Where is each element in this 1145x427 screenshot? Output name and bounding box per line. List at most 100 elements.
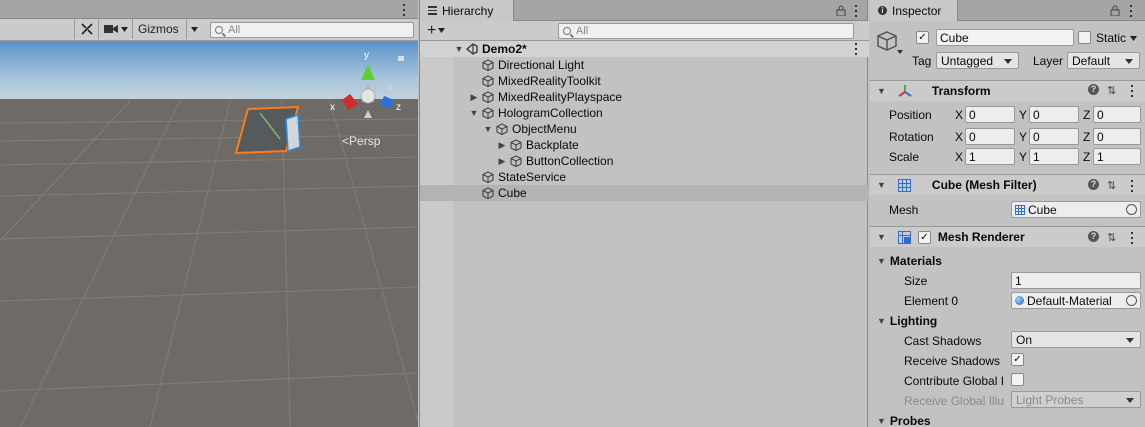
hierarchy-item-hologramcollection[interactable]: ▼ HologramCollection [420,105,869,121]
hierarchy-item-directional-light[interactable]: Directional Light [420,57,869,73]
tag-dropdown[interactable]: Untagged [936,52,1019,69]
hierarchy-item-backplate[interactable]: ▶ Backplate [420,137,869,153]
expand-arrow-icon[interactable]: ▶ [497,156,507,167]
mesh-renderer-enabled-checkbox[interactable]: ✓ [917,230,931,244]
materials-foldout[interactable]: ▼ Materials [877,254,942,268]
mesh-filter-menu-icon[interactable] [1130,180,1134,192]
receive-shadows-checkbox[interactable]: ✓ [1011,353,1024,366]
element0-object-field[interactable]: Default-Material [1011,292,1141,309]
mesh-filter-header[interactable]: ▼ Cube (Mesh Filter) ? ⇅ [870,174,1145,195]
object-name-input[interactable]: Cube [936,29,1074,46]
scene-name: Demo2* [482,42,527,56]
mesh-renderer-header[interactable]: ▼ ✓ Mesh Renderer ? ⇅ [870,226,1145,247]
mesh-renderer-title: Mesh Renderer [937,230,1025,244]
cast-shadows-dropdown[interactable]: On [1011,331,1141,348]
hierarchy-item-stateservice[interactable]: StateService [420,169,869,185]
tools-icon[interactable] [74,19,98,39]
gameobject-icon [482,75,494,87]
contribute-gi-label: Contribute Global I [904,374,1005,388]
collapse-arrow-icon[interactable]: ▼ [877,232,886,242]
scale-x-value: 1 [969,149,976,164]
gameobject-large-icon[interactable] [877,30,903,56]
rotation-x-input[interactable]: 0 [965,128,1015,145]
scale-x-axis-label: X [955,150,964,164]
position-y-input[interactable]: 0 [1029,106,1079,123]
hierarchy-item-mixedrealitytoolkit[interactable]: MixedRealityToolkit [420,73,869,89]
layer-dropdown[interactable]: Default [1067,52,1140,69]
hierarchy-tab-label: Hierarchy [442,3,494,18]
scene-view[interactable]: Gizmos All y x z <Persp [0,0,418,427]
inspector-menu-icon[interactable] [1129,5,1133,17]
collapse-arrow-icon[interactable]: ▼ [469,108,479,118]
help-icon[interactable]: ? [1088,179,1099,190]
help-icon[interactable]: ? [1088,84,1099,95]
presets-icon[interactable]: ⇅ [1107,179,1116,192]
mesh-object-field[interactable]: Cube [1011,201,1141,218]
scene-search-placeholder: All [228,24,241,36]
scene-root-row[interactable]: ▼ Demo2* [420,41,869,57]
camera-dropdown[interactable] [98,19,132,39]
collapse-arrow-icon[interactable]: ▼ [877,86,886,96]
collapse-arrow-icon[interactable]: ▼ [877,180,886,190]
scale-y-input[interactable]: 1 [1029,148,1079,165]
cast-shadows-value: On [1016,332,1033,347]
orientation-gizmo[interactable]: y x z [328,44,408,124]
hierarchy-item-objectmenu[interactable]: ▼ ObjectMenu [420,121,869,137]
transform-header[interactable]: ▼ Transform ? ⇅ [870,80,1145,101]
tab-inspector[interactable]: i Inspector [870,0,958,21]
rotation-y-value: 0 [1033,129,1040,144]
hierarchy-search-input[interactable]: All [558,23,854,39]
hierarchy-item-label: ButtonCollection [526,154,614,168]
collapse-arrow-icon[interactable]: ▼ [483,124,493,134]
hierarchy-item-cube[interactable]: Cube [420,185,869,201]
hierarchy-item-buttoncollection[interactable]: ▶ ButtonCollection [420,153,869,169]
collapse-arrow-icon[interactable]: ▼ [877,416,886,426]
lighting-foldout[interactable]: ▼ Lighting [877,314,937,328]
expand-arrow-icon[interactable]: ▶ [497,140,507,151]
transform-menu-icon[interactable] [1130,85,1134,97]
scene-menu-icon[interactable] [854,43,858,55]
scale-x-input[interactable]: 1 [965,148,1015,165]
tab-hierarchy[interactable]: Hierarchy [420,0,514,21]
contribute-gi-checkbox[interactable] [1011,373,1024,386]
gizmos-dropdown[interactable] [186,19,202,39]
scene-tab-bar [0,0,418,19]
object-picker-icon[interactable] [1126,204,1137,215]
scene-search-input[interactable]: All [210,22,414,38]
rotation-y-input[interactable]: 0 [1029,128,1079,145]
mesh-renderer-icon [897,230,911,244]
probes-foldout[interactable]: ▼ Probes [877,414,931,427]
lock-icon[interactable] [1110,5,1120,16]
probes-label: Probes [889,414,931,427]
scene-menu-icon[interactable] [402,4,406,16]
create-add-button[interactable]: + [427,22,446,40]
size-input[interactable]: 1 [1011,272,1141,289]
persp-toggle[interactable]: <Persp [342,134,380,148]
lock-icon[interactable] [836,5,846,16]
expand-arrow-icon[interactable]: ▶ [469,92,479,103]
help-icon[interactable]: ? [1088,231,1099,242]
rotation-z-value: 0 [1097,129,1104,144]
active-checkbox[interactable]: ✓ [916,31,929,44]
collapse-arrow-icon[interactable]: ▼ [877,256,886,266]
expand-arrow-icon[interactable]: ▼ [454,44,464,54]
static-checkbox[interactable] [1078,31,1091,44]
presets-icon[interactable]: ⇅ [1107,231,1116,244]
position-x-input[interactable]: 0 [965,106,1015,123]
collapse-arrow-icon[interactable]: ▼ [877,316,886,326]
mesh-icon [1015,204,1025,215]
gameobject-icon [510,155,522,167]
mesh-renderer-menu-icon[interactable] [1130,232,1134,244]
object-picker-icon[interactable] [1126,295,1137,306]
scale-z-input[interactable]: 1 [1093,148,1141,165]
rotation-z-input[interactable]: 0 [1093,128,1141,145]
position-z-input[interactable]: 0 [1093,106,1141,123]
hierarchy-item-mixedrealityplayspace[interactable]: ▶ MixedRealityPlayspace [420,89,869,105]
persp-label: Persp [349,134,381,148]
hierarchy-menu-icon[interactable] [854,5,858,17]
size-label: Size [904,274,928,288]
presets-icon[interactable]: ⇅ [1107,84,1116,97]
static-dropdown[interactable]: Static [1096,31,1138,45]
gizmos-button[interactable]: Gizmos [132,19,186,39]
camera-icon [103,25,118,33]
